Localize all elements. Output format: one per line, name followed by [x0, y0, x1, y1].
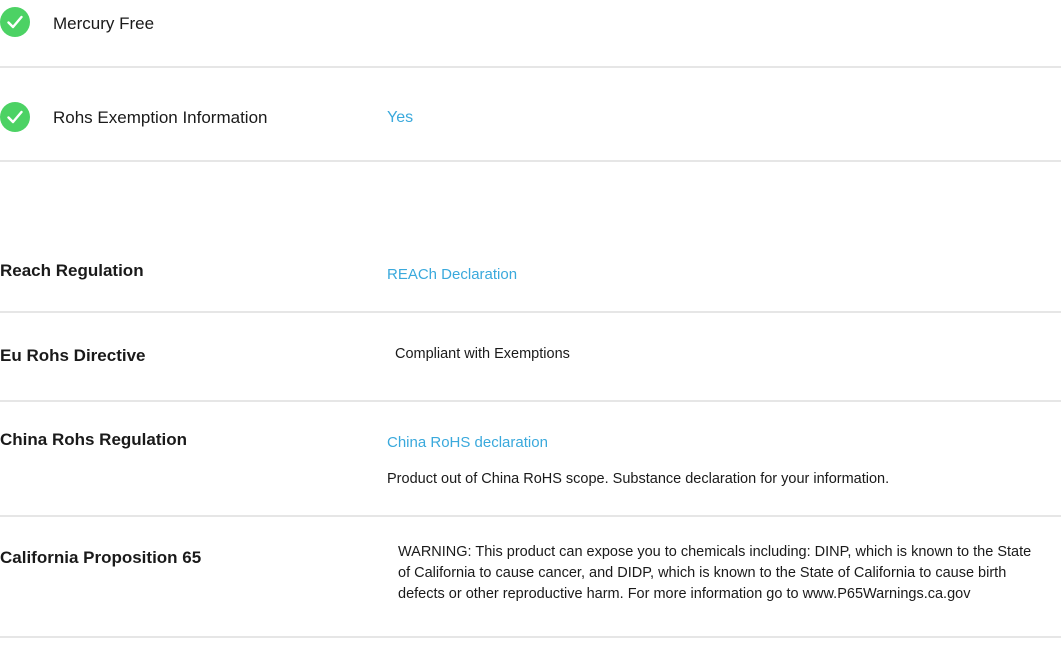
attribute-label: Rohs Exemption Information [53, 108, 268, 127]
eu-rohs-status-text: Compliant with Exemptions [395, 346, 570, 362]
china-rohs-regulation-label: China Rohs Regulation [0, 430, 187, 449]
check-circle-icon [0, 102, 30, 132]
prop-65-warning-text: WARNING: This product can expose you to … [398, 544, 1032, 602]
attribute-label: Mercury Free [53, 14, 155, 33]
check-circle-icon [0, 7, 30, 37]
china-rohs-declaration-link[interactable]: China RoHS declaration [387, 434, 548, 451]
divider [0, 311, 1061, 313]
divider [0, 636, 1061, 638]
divider [0, 160, 1061, 162]
attribute-row-mercury-free: Mercury Free [0, 0, 1061, 96]
reach-regulation-label: Reach Regulation [0, 261, 144, 280]
reach-declaration-link[interactable]: REACh Declaration [387, 266, 517, 283]
california-prop-65-label: California Proposition 65 [0, 548, 202, 567]
divider [0, 515, 1061, 517]
eu-rohs-directive-label: Eu Rohs Directive [0, 346, 146, 365]
attribute-row-rohs-exemption: Rohs Exemption Information Yes [0, 96, 1061, 192]
divider [0, 400, 1061, 402]
china-rohs-scope-text: Product out of China RoHS scope. Substan… [387, 471, 890, 487]
environmental-compliance-panel: Mercury Free Rohs Exemption Information … [0, 0, 1061, 666]
rohs-exemption-yes-link[interactable]: Yes [387, 109, 413, 127]
divider [0, 66, 1061, 68]
